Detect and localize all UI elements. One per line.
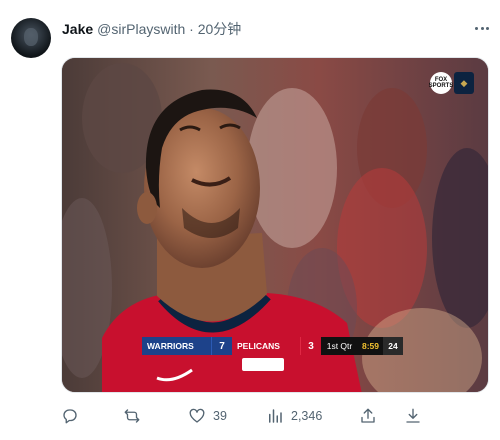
display-name[interactable]: Jake: [62, 21, 93, 37]
reply-icon: [63, 409, 77, 424]
retweet-icon: [124, 409, 140, 423]
scorebug-away-score: 7: [211, 337, 232, 355]
scorebug-game-clock: 8:59: [358, 337, 383, 355]
share-icon: [361, 408, 375, 423]
more-horizontal-icon: [474, 26, 478, 30]
avatar-figure: [24, 28, 38, 46]
heart-icon: [189, 408, 205, 423]
tweet-action-bar: 39 2,346: [61, 404, 491, 428]
scorebug-period: 1st Qtr: [321, 337, 358, 355]
like-count: 39: [213, 409, 227, 423]
handle-and-time[interactable]: @sirPlayswith · 20分钟: [97, 19, 241, 39]
network-logo: FOX SPORTS ◆: [429, 72, 474, 94]
view-count: 2,346: [291, 409, 323, 423]
scorebug: WARRIORS 7 PELICANS 3 1st Qtr 8:59 24: [142, 337, 403, 355]
views-chart-icon: [269, 409, 282, 423]
views-button[interactable]: 2,346: [266, 404, 322, 428]
more-options-button[interactable]: [470, 18, 494, 38]
share-button[interactable]: [359, 404, 377, 428]
retweet-button[interactable]: [123, 404, 141, 428]
tweet[interactable]: Jake @sirPlayswith · 20分钟 FOX SPORTS ◆ W…: [0, 0, 500, 440]
avatar[interactable]: [11, 18, 51, 58]
scorebug-away-team: WARRIORS: [142, 337, 211, 355]
download-button[interactable]: [404, 404, 422, 428]
scorebug-home-score: 3: [300, 337, 321, 355]
tweet-media-image[interactable]: FOX SPORTS ◆ WARRIORS 7 PELICANS 3 1st Q…: [61, 57, 489, 393]
fox-sports-logo: FOX SPORTS: [429, 72, 453, 94]
reply-button[interactable]: [61, 404, 79, 428]
like-button[interactable]: 39: [188, 404, 227, 428]
scorebug-home-team: PELICANS: [232, 337, 300, 355]
tweet-header: Jake @sirPlayswith · 20分钟: [62, 19, 241, 39]
download-icon: [406, 408, 420, 423]
scorebug-shot-clock: 24: [383, 337, 403, 355]
pelicans-logo-icon: ◆: [454, 72, 474, 94]
